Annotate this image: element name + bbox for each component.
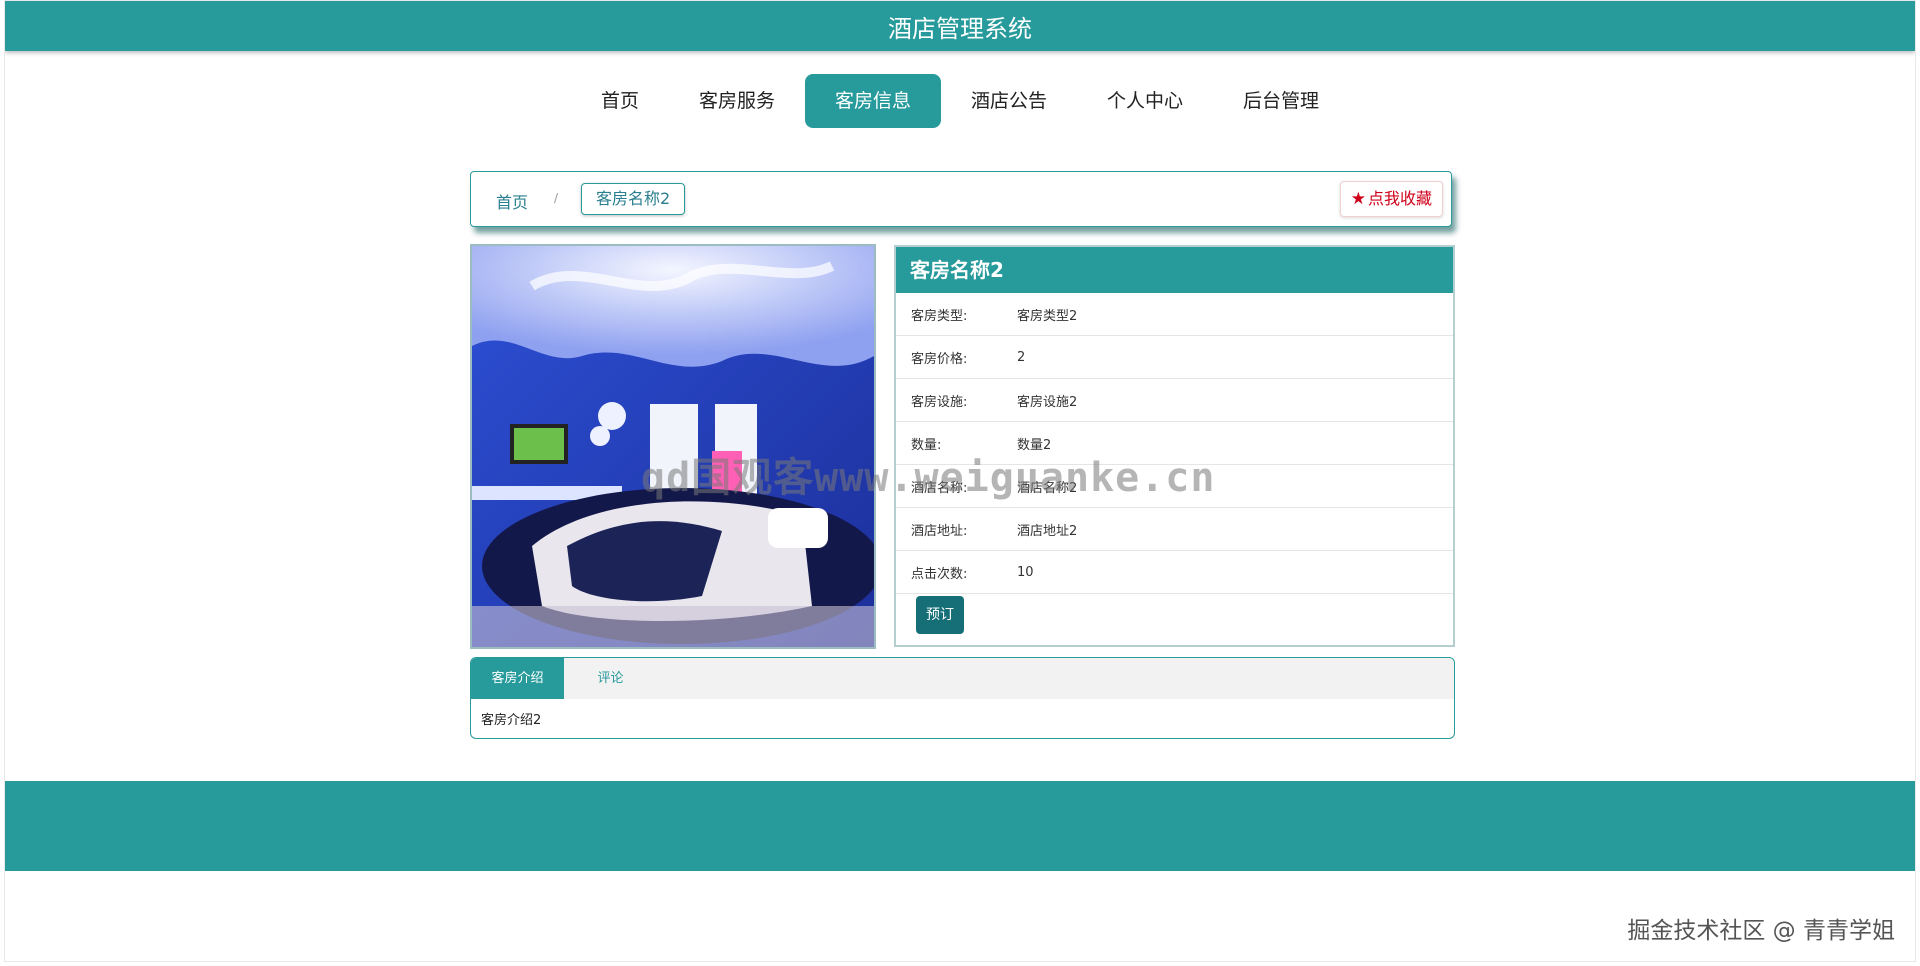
info-value: 10 [1017,564,1034,580]
footer [5,781,1915,871]
center-watermark: qd国观客www.weiguanke.cn [641,455,1216,501]
info-key: 客房类型: [911,308,968,324]
tab-strip: 客房介绍 评论 [471,658,1454,699]
info-value: 酒店地址2 [1017,523,1078,539]
room-tabs: 客房介绍 评论 客房介绍2 [470,657,1455,739]
breadcrumb-home-link[interactable]: 首页 [496,189,528,213]
nav-item-notice[interactable]: 酒店公告 [941,74,1077,128]
nav-item-room-service[interactable]: 客房服务 [669,74,805,128]
info-key: 客房设施: [911,394,968,410]
tab-room-intro[interactable]: 客房介绍 [471,658,564,699]
favorite-label: 点我收藏 [1367,189,1432,208]
page: 酒店管理系统 首页 客房服务 客房信息 酒店公告 个人中心 后台管理 首页 / … [4,0,1916,962]
nav-item-home[interactable]: 首页 [571,74,669,128]
info-key: 酒店地址: [911,523,968,539]
info-row-click-count: 点击次数: 10 [896,551,1453,594]
app-header: 酒店管理系统 [5,1,1915,51]
info-value: 客房类型2 [1017,308,1078,324]
bottom-watermark: 掘金技术社区 @ 青青学姐 [1627,918,1895,944]
nav-item-admin[interactable]: 后台管理 [1213,74,1349,128]
info-row-price: 客房价格: 2 [896,336,1453,379]
info-value: 客房设施2 [1017,394,1078,410]
room-name-heading: 客房名称2 [896,247,1453,293]
tab-comments[interactable]: 评论 [564,658,657,699]
tab-content: 客房介绍2 [481,713,542,728]
app-title: 酒店管理系统 [888,14,1032,43]
favorite-button[interactable]: ★ 点我收藏 [1339,181,1443,217]
info-row-facilities: 客房设施: 客房设施2 [896,379,1453,422]
info-key: 点击次数: [911,566,968,582]
info-value: 2 [1017,349,1026,365]
info-row-room-type: 客房类型: 客房类型2 [896,293,1453,336]
breadcrumb-current: 客房名称2 [581,183,686,215]
star-icon: ★ [1350,189,1366,209]
nav-item-profile[interactable]: 个人中心 [1077,74,1213,128]
book-button[interactable]: 预订 [916,596,964,634]
info-row-hotel-address: 酒店地址: 酒店地址2 [896,508,1453,551]
main-nav: 首页 客房服务 客房信息 酒店公告 个人中心 后台管理 [5,74,1915,128]
info-key: 客房价格: [911,351,968,367]
breadcrumb: 首页 / 客房名称2 ★ 点我收藏 [470,171,1452,227]
breadcrumb-separator: / [554,191,559,205]
nav-item-room-info[interactable]: 客房信息 [804,74,941,128]
